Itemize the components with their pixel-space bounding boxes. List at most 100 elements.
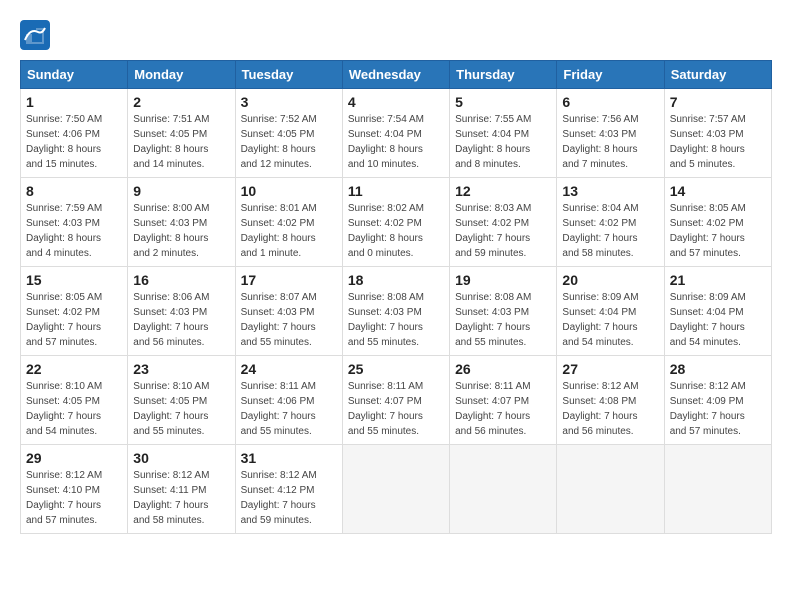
calendar-cell [450, 445, 557, 534]
calendar-cell: 16 Sunrise: 8:06 AMSunset: 4:03 PMDayligh… [128, 267, 235, 356]
column-header-tuesday: Tuesday [235, 61, 342, 89]
column-header-wednesday: Wednesday [342, 61, 449, 89]
calendar-cell: 15 Sunrise: 8:05 AMSunset: 4:02 PMDayligh… [21, 267, 128, 356]
calendar-week-row: 29 Sunrise: 8:12 AMSunset: 4:10 PMDayligh… [21, 445, 772, 534]
day-info: Sunrise: 8:12 AMSunset: 4:11 PMDaylight:… [133, 468, 229, 528]
day-info: Sunrise: 7:57 AMSunset: 4:03 PMDaylight:… [670, 112, 766, 172]
calendar-cell: 7 Sunrise: 7:57 AMSunset: 4:03 PMDaylight… [664, 89, 771, 178]
calendar-cell: 24Sunrise: 8:11 AMSunset: 4:06 PMDayligh… [235, 356, 342, 445]
day-number: 14 [670, 183, 766, 199]
day-number: 26 [455, 361, 551, 377]
day-number: 29 [26, 450, 122, 466]
day-number: 4 [348, 94, 444, 110]
calendar-cell: 4 Sunrise: 7:54 AMSunset: 4:04 PMDaylight… [342, 89, 449, 178]
day-number: 23 [133, 361, 229, 377]
calendar-cell [664, 445, 771, 534]
day-info: Sunrise: 8:11 AMSunset: 4:07 PMDaylight:… [348, 379, 444, 439]
column-header-saturday: Saturday [664, 61, 771, 89]
day-info: Sunrise: 8:06 AMSunset: 4:03 PMDaylight:… [133, 290, 229, 350]
calendar-cell: 12 Sunrise: 8:03 AMSunset: 4:02 PMDayligh… [450, 178, 557, 267]
calendar-week-row: 8 Sunrise: 7:59 AMSunset: 4:03 PMDaylight… [21, 178, 772, 267]
day-info: Sunrise: 8:08 AMSunset: 4:03 PMDaylight:… [455, 290, 551, 350]
day-info: Sunrise: 8:00 AMSunset: 4:03 PMDaylight:… [133, 201, 229, 261]
column-header-friday: Friday [557, 61, 664, 89]
calendar-cell: 3Sunrise: 7:52 AMSunset: 4:05 PMDaylight… [235, 89, 342, 178]
logo-icon [20, 20, 50, 50]
day-number: 27 [562, 361, 658, 377]
calendar-cell: 25 Sunrise: 8:11 AMSunset: 4:07 PMDayligh… [342, 356, 449, 445]
day-number: 7 [670, 94, 766, 110]
day-number: 8 [26, 183, 122, 199]
day-number: 31 [241, 450, 337, 466]
day-number: 15 [26, 272, 122, 288]
calendar-cell [342, 445, 449, 534]
calendar-cell: 17 Sunrise: 8:07 AMSunset: 4:03 PMDayligh… [235, 267, 342, 356]
calendar-cell: 29 Sunrise: 8:12 AMSunset: 4:10 PMDayligh… [21, 445, 128, 534]
day-number: 24 [241, 361, 337, 377]
day-number: 16 [133, 272, 229, 288]
calendar-cell: 18Sunrise: 8:08 AMSunset: 4:03 PMDayligh… [342, 267, 449, 356]
day-info: Sunrise: 8:12 AMSunset: 4:09 PMDaylight:… [670, 379, 766, 439]
day-info: Sunrise: 8:12 AMSunset: 4:08 PMDaylight:… [562, 379, 658, 439]
day-info: Sunrise: 7:59 AMSunset: 4:03 PMDaylight:… [26, 201, 122, 261]
calendar-cell: 27 Sunrise: 8:12 AMSunset: 4:08 PMDayligh… [557, 356, 664, 445]
day-number: 2 [133, 94, 229, 110]
column-header-thursday: Thursday [450, 61, 557, 89]
calendar-cell: 1Sunrise: 7:50 AMSunset: 4:06 PMDaylight… [21, 89, 128, 178]
day-info: Sunrise: 8:01 AMSunset: 4:02 PMDaylight:… [241, 201, 337, 261]
day-info: Sunrise: 7:56 AMSunset: 4:03 PMDaylight:… [562, 112, 658, 172]
day-info: Sunrise: 8:04 AMSunset: 4:02 PMDaylight:… [562, 201, 658, 261]
day-info: Sunrise: 8:02 AMSunset: 4:02 PMDaylight:… [348, 201, 444, 261]
calendar-table: SundayMondayTuesdayWednesdayThursdayFrid… [20, 60, 772, 534]
calendar-cell: 28Sunrise: 8:12 AMSunset: 4:09 PMDayligh… [664, 356, 771, 445]
day-number: 13 [562, 183, 658, 199]
day-number: 20 [562, 272, 658, 288]
calendar-cell: 31 Sunrise: 8:12 AMSunset: 4:12 PMDayligh… [235, 445, 342, 534]
day-number: 3 [241, 94, 337, 110]
day-number: 9 [133, 183, 229, 199]
day-number: 12 [455, 183, 551, 199]
calendar-cell: 23Sunrise: 8:10 AMSunset: 4:05 PMDayligh… [128, 356, 235, 445]
calendar-cell: 14Sunrise: 8:05 AMSunset: 4:02 PMDayligh… [664, 178, 771, 267]
calendar-cell: 20Sunrise: 8:09 AMSunset: 4:04 PMDayligh… [557, 267, 664, 356]
day-info: Sunrise: 8:11 AMSunset: 4:07 PMDaylight:… [455, 379, 551, 439]
calendar-week-row: 22 Sunrise: 8:10 AMSunset: 4:05 PMDayligh… [21, 356, 772, 445]
day-number: 6 [562, 94, 658, 110]
calendar-cell: 21 Sunrise: 8:09 AMSunset: 4:04 PMDayligh… [664, 267, 771, 356]
calendar-cell: 22 Sunrise: 8:10 AMSunset: 4:05 PMDayligh… [21, 356, 128, 445]
day-number: 5 [455, 94, 551, 110]
day-number: 17 [241, 272, 337, 288]
column-header-sunday: Sunday [21, 61, 128, 89]
calendar-cell: 13 Sunrise: 8:04 AMSunset: 4:02 PMDayligh… [557, 178, 664, 267]
day-number: 1 [26, 94, 122, 110]
day-info: Sunrise: 7:55 AMSunset: 4:04 PMDaylight:… [455, 112, 551, 172]
calendar-cell [557, 445, 664, 534]
day-number: 19 [455, 272, 551, 288]
calendar-cell: 10Sunrise: 8:01 AMSunset: 4:02 PMDayligh… [235, 178, 342, 267]
calendar-cell: 30Sunrise: 8:12 AMSunset: 4:11 PMDayligh… [128, 445, 235, 534]
column-header-monday: Monday [128, 61, 235, 89]
day-number: 21 [670, 272, 766, 288]
calendar-cell: 8 Sunrise: 7:59 AMSunset: 4:03 PMDaylight… [21, 178, 128, 267]
calendar-cell: 9 Sunrise: 8:00 AMSunset: 4:03 PMDaylight… [128, 178, 235, 267]
day-info: Sunrise: 8:10 AMSunset: 4:05 PMDaylight:… [26, 379, 122, 439]
calendar-cell: 26 Sunrise: 8:11 AMSunset: 4:07 PMDayligh… [450, 356, 557, 445]
day-info: Sunrise: 8:07 AMSunset: 4:03 PMDaylight:… [241, 290, 337, 350]
day-number: 22 [26, 361, 122, 377]
calendar-week-row: 1Sunrise: 7:50 AMSunset: 4:06 PMDaylight… [21, 89, 772, 178]
day-info: Sunrise: 7:51 AMSunset: 4:05 PMDaylight:… [133, 112, 229, 172]
day-info: Sunrise: 8:12 AMSunset: 4:10 PMDaylight:… [26, 468, 122, 528]
logo [20, 20, 52, 50]
day-number: 25 [348, 361, 444, 377]
calendar-cell: 19 Sunrise: 8:08 AMSunset: 4:03 PMDayligh… [450, 267, 557, 356]
day-number: 11 [348, 183, 444, 199]
day-info: Sunrise: 8:12 AMSunset: 4:12 PMDaylight:… [241, 468, 337, 528]
calendar-cell: 2 Sunrise: 7:51 AMSunset: 4:05 PMDaylight… [128, 89, 235, 178]
day-info: Sunrise: 8:05 AMSunset: 4:02 PMDaylight:… [26, 290, 122, 350]
calendar-header-row: SundayMondayTuesdayWednesdayThursdayFrid… [21, 61, 772, 89]
page-header [20, 20, 772, 50]
day-info: Sunrise: 8:09 AMSunset: 4:04 PMDaylight:… [670, 290, 766, 350]
day-info: Sunrise: 7:54 AMSunset: 4:04 PMDaylight:… [348, 112, 444, 172]
calendar-cell: 6 Sunrise: 7:56 AMSunset: 4:03 PMDaylight… [557, 89, 664, 178]
day-info: Sunrise: 8:03 AMSunset: 4:02 PMDaylight:… [455, 201, 551, 261]
